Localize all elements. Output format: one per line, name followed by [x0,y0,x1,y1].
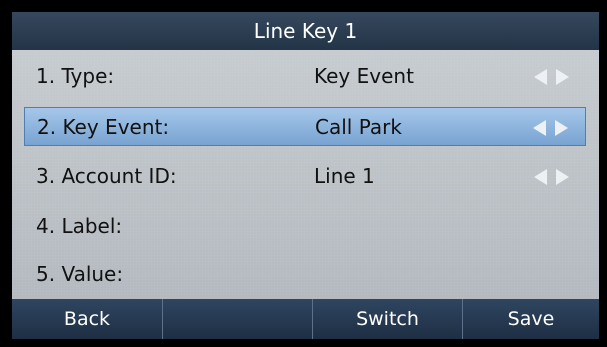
right-triangle-icon[interactable] [556,169,569,185]
right-triangle-icon[interactable] [556,69,569,85]
phone-screen: Line Key 1 1. Type: Key Event 2. Key Eve… [0,0,607,347]
left-triangle-icon[interactable] [534,69,547,85]
row-label: 5. Value: [36,262,124,286]
row-label: 2. Key Event: [37,115,170,139]
row-label: 1. Type: [36,64,115,88]
save-button[interactable]: Save [462,299,599,339]
row-label: 4. Label: [36,214,123,238]
left-triangle-icon[interactable] [534,169,547,185]
row-value: Key Event [314,64,414,88]
right-triangle-icon[interactable] [555,120,568,136]
row-value: Call Park [315,115,402,139]
softkey-bar: Back Switch Save [12,299,599,339]
left-triangle-icon[interactable] [533,120,546,136]
row-value-field[interactable]: 5. Value: [24,255,586,294]
row-type[interactable]: 1. Type: Key Event [24,57,586,96]
back-button[interactable]: Back [12,299,162,339]
row-label: 3. Account ID: [36,164,177,188]
value-switcher[interactable] [531,119,571,137]
value-switcher[interactable] [532,168,572,186]
row-value: Line 1 [314,164,375,188]
page-title: Line Key 1 [12,12,599,50]
value-switcher[interactable] [532,68,572,86]
empty-softkey[interactable] [162,299,312,339]
row-account-id[interactable]: 3. Account ID: Line 1 [24,157,586,196]
row-key-event[interactable]: 2. Key Event: Call Park [24,107,586,146]
settings-list: 1. Type: Key Event 2. Key Event: Call Pa… [12,50,599,299]
row-label-field[interactable]: 4. Label: [24,207,586,246]
switch-button[interactable]: Switch [312,299,462,339]
